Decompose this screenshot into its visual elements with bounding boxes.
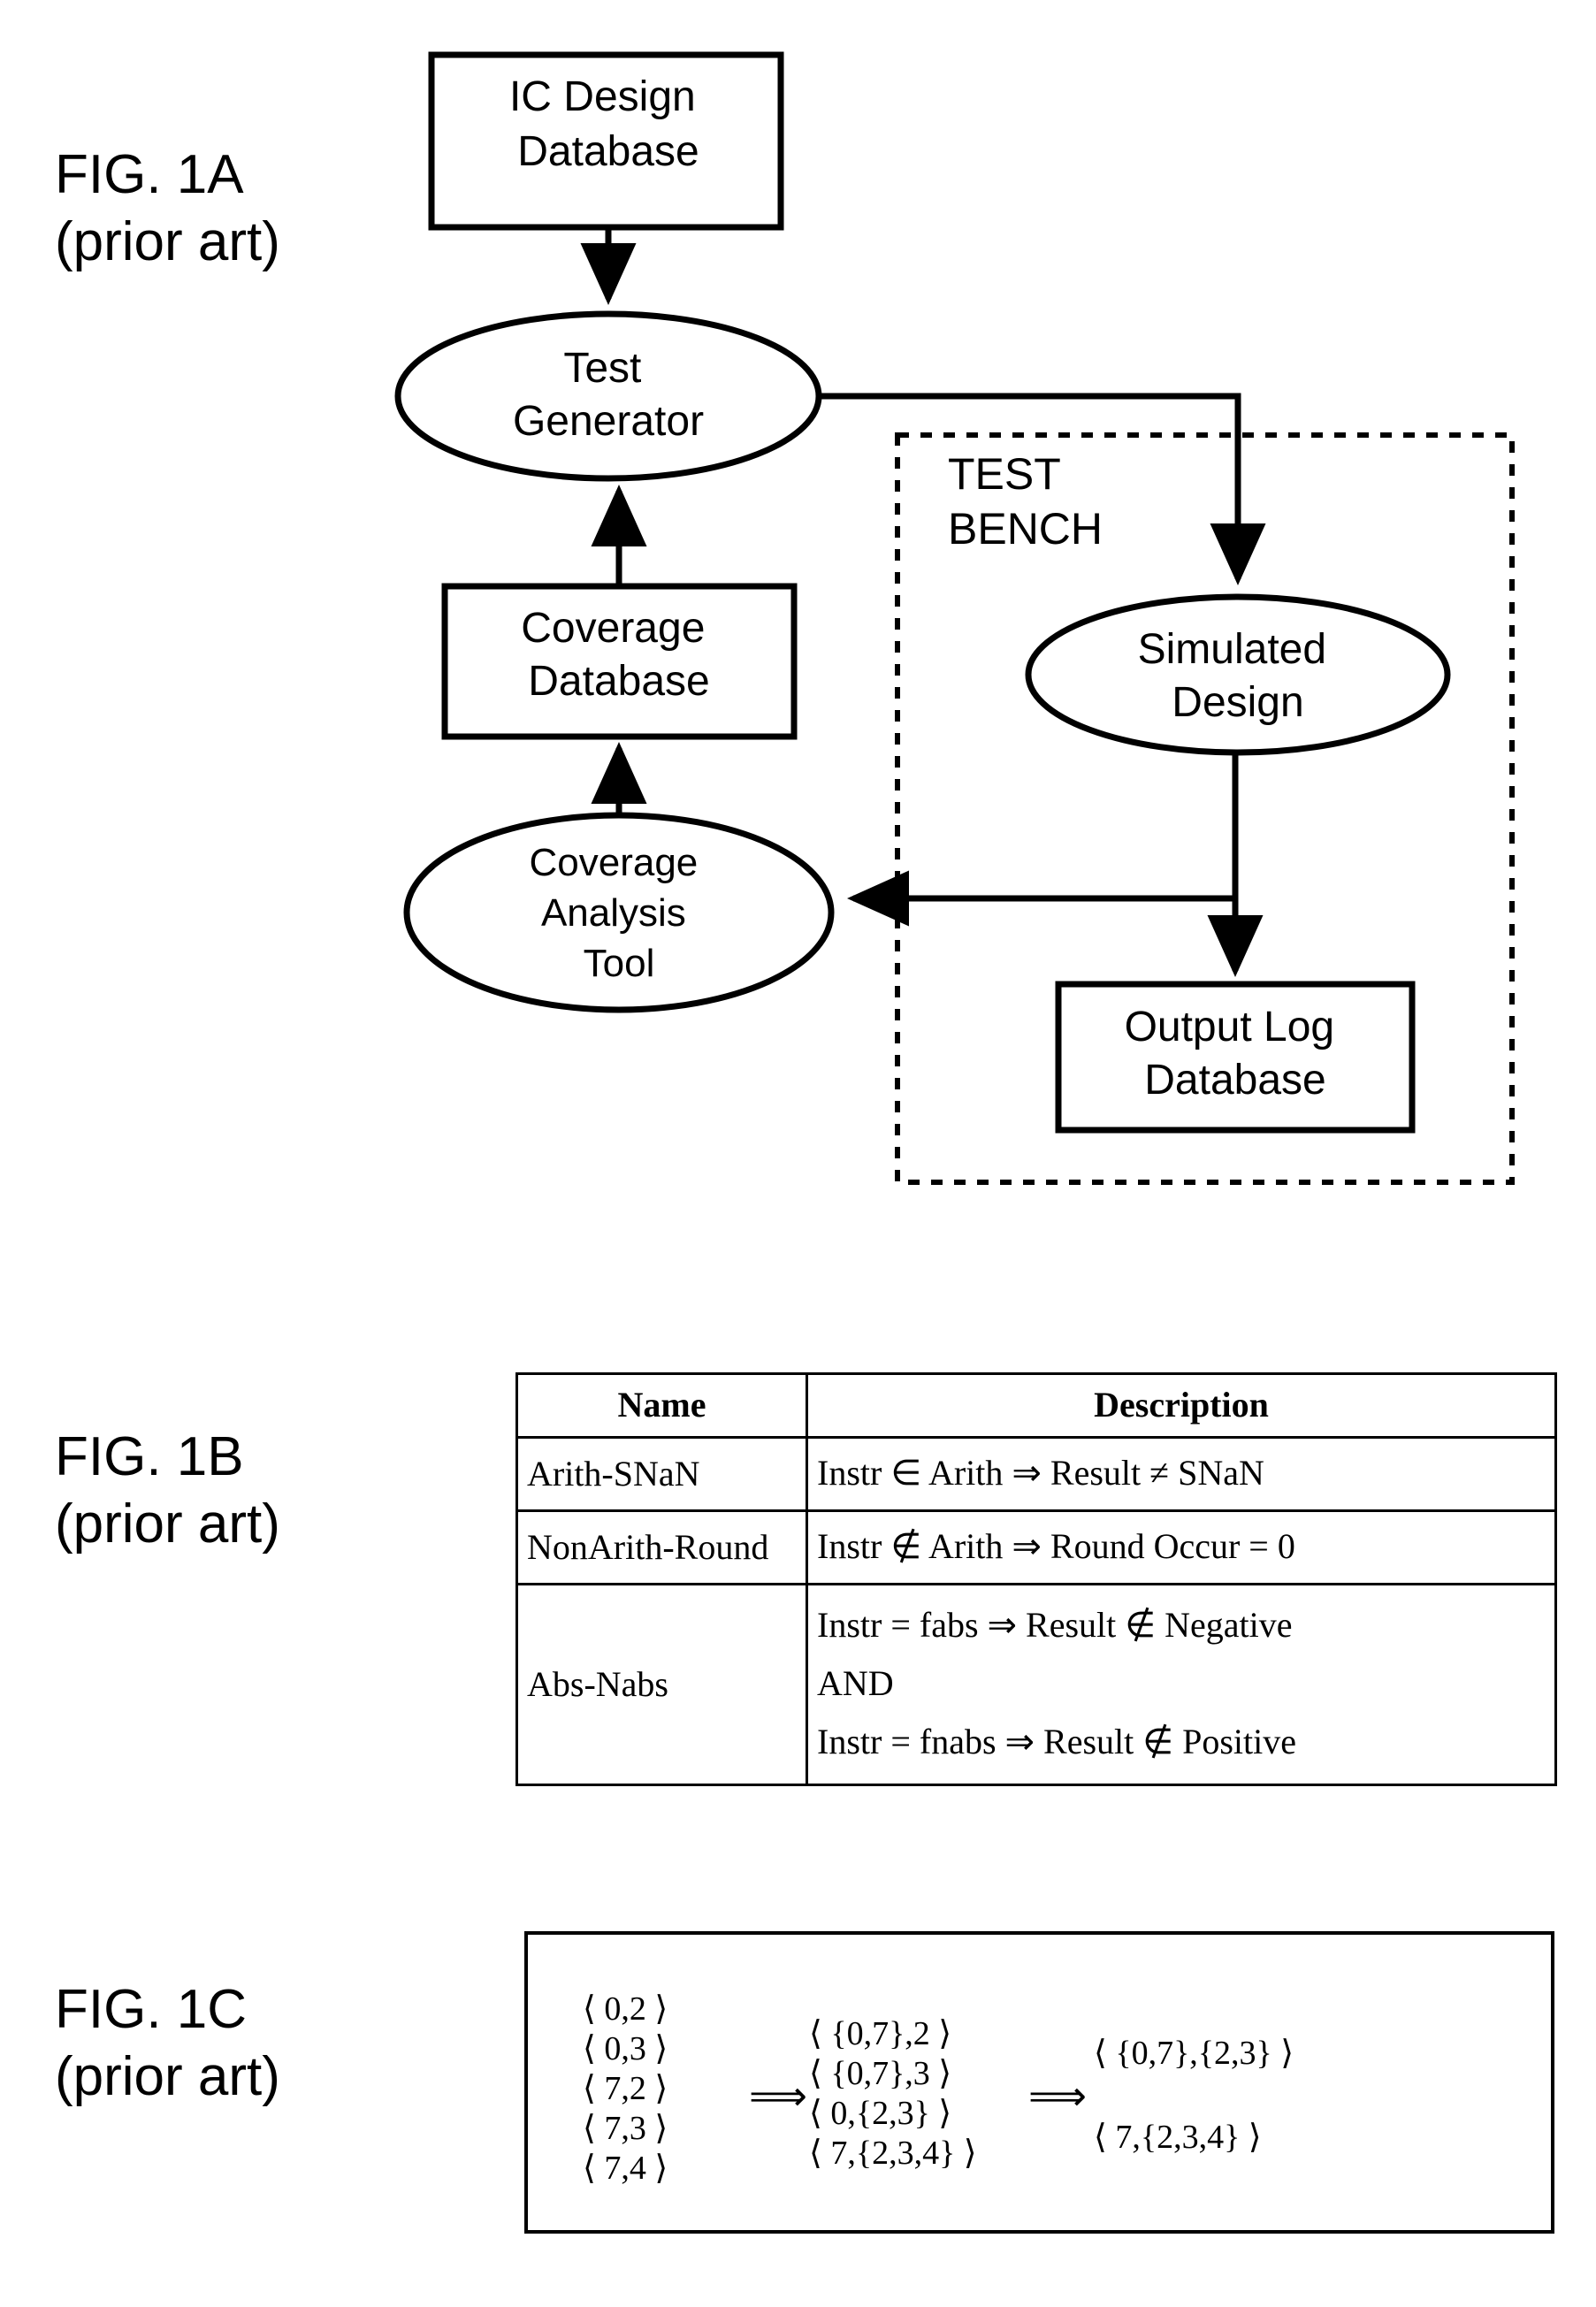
table-row: Arith-SNaN Instr ∈ Arith ⇒ Result ≠ SNaN — [515, 1436, 1557, 1512]
table-row: Abs-Nabs Instr = fabs ⇒ Result ∉ Negativ… — [515, 1583, 1557, 1786]
test-bench-label: TEST BENCH — [948, 449, 1103, 554]
cell-name: Abs-Nabs — [515, 1583, 808, 1786]
tuple-item: ⟨ 7,3 ⟩ — [583, 2110, 668, 2147]
tuple-item: ⟨ 7,{2,3,4} ⟩ — [1094, 2119, 1262, 2156]
tuple-column-stage-2: ⟨ {0,7},2 ⟩ ⟨ {0,7},3 ⟩ ⟨ 0,{2,3} ⟩ ⟨ 7,… — [809, 2014, 977, 2173]
tuple-item: ⟨ 0,2 ⟩ — [583, 1990, 668, 2028]
description-line: Instr ∉ Arith ⇒ Round Occur = 0 — [817, 1526, 1295, 1566]
description-line: Instr ∈ Arith ⇒ Result ≠ SNaN — [817, 1453, 1264, 1493]
tuple-item: ⟨ {0,7},2 ⟩ — [809, 2015, 952, 2052]
column-header-description: Description — [806, 1372, 1557, 1439]
cell-description: Instr ∉ Arith ⇒ Round Occur = 0 — [806, 1509, 1557, 1585]
tuple-column-stage-1: ⟨ 0,2 ⟩ ⟨ 0,3 ⟩ ⟨ 7,2 ⟩ ⟨ 7,3 ⟩ ⟨ 7,4 ⟩ — [583, 1990, 668, 2189]
coverage-model-table: Name Description Arith-SNaN Instr ∈ Arit… — [515, 1372, 1557, 1786]
simulated-design-ellipse — [1025, 593, 1451, 756]
description-line: Instr = fnabs ⇒ Result ∉ Positive — [817, 1722, 1297, 1761]
test-generator-ellipse — [394, 310, 822, 482]
description-line: Instr = fabs ⇒ Result ∉ Negative — [817, 1605, 1293, 1645]
description-line: AND — [817, 1663, 894, 1703]
fig-1c-box: ⟨ 0,2 ⟩ ⟨ 0,3 ⟩ ⟨ 7,2 ⟩ ⟨ 7,3 ⟩ ⟨ 7,4 ⟩ … — [524, 1931, 1554, 2234]
tuple-item: ⟨ 0,{2,3} ⟩ — [809, 2095, 952, 2132]
table-row: NonArith-Round Instr ∉ Arith ⇒ Round Occ… — [515, 1509, 1557, 1585]
fig-1c-content: ⟨ 0,2 ⟩ ⟨ 0,3 ⟩ ⟨ 7,2 ⟩ ⟨ 7,3 ⟩ ⟨ 7,4 ⟩ … — [528, 1935, 1551, 2230]
cell-description: Instr ∈ Arith ⇒ Result ≠ SNaN — [806, 1436, 1557, 1512]
tuple-column-stage-3: ⟨ {0,7},{2,3} ⟩ ⟨ 7,{2,3,4} ⟩ — [1094, 2034, 1294, 2158]
tuple-item: ⟨ 7,{2,3,4} ⟩ — [809, 2135, 977, 2172]
fig-1b-label-line1: FIG. 1B — [55, 1426, 244, 1487]
fig-1a-diagram: IC Design Database Test Generator Covera… — [394, 51, 1515, 1185]
implication-arrow-icon: ⟹ — [1028, 2074, 1087, 2119]
cell-description: Instr = fabs ⇒ Result ∉ Negative AND Ins… — [806, 1583, 1557, 1786]
fig-1c-label-line1: FIG. 1C — [55, 1979, 248, 2040]
fig-1b-label: FIG. 1B (prior art) — [55, 1424, 280, 1558]
tuple-item: ⟨ {0,7},3 ⟩ — [809, 2055, 952, 2092]
fig-1c-label-line2: (prior art) — [55, 2046, 280, 2107]
table-header-row: Name Description — [515, 1372, 1557, 1439]
tuple-item: ⟨ 7,2 ⟩ — [583, 2070, 668, 2107]
cell-name: Arith-SNaN — [515, 1436, 808, 1512]
tuple-spacer — [1094, 2074, 1294, 2118]
fig-1b-label-line2: (prior art) — [55, 1493, 280, 1555]
column-header-name: Name — [515, 1372, 808, 1439]
fig-1c-label: FIG. 1C (prior art) — [55, 1976, 280, 2111]
fig-1b-table-container: Name Description Arith-SNaN Instr ∈ Arit… — [515, 1372, 1557, 1786]
implication-arrow-icon: ⟹ — [749, 2074, 807, 2119]
cell-name: NonArith-Round — [515, 1509, 808, 1585]
tuple-item: ⟨ 7,4 ⟩ — [583, 2150, 668, 2187]
tuple-item: ⟨ {0,7},{2,3} ⟩ — [1094, 2035, 1294, 2072]
tuple-item: ⟨ 0,3 ⟩ — [583, 2030, 668, 2067]
